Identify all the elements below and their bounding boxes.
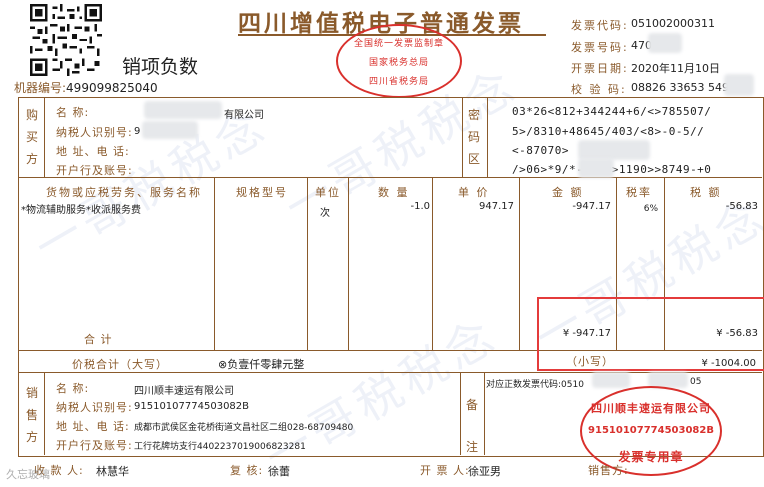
buyer-name: 有限公司 xyxy=(224,110,264,121)
divider xyxy=(307,177,308,350)
buyer-tax-label: 纳税人识别号: xyxy=(56,126,133,139)
grand-total-label: 价税合计（大写） xyxy=(72,358,168,371)
invoice-code: 051002000311 xyxy=(631,17,715,30)
divider xyxy=(519,177,520,350)
payee: 林慧华 xyxy=(96,465,129,478)
divider xyxy=(214,177,215,350)
item-tax: -56.83 xyxy=(725,201,758,212)
redaction xyxy=(578,140,650,160)
buyer-tax-id: 9 xyxy=(134,126,141,137)
cipher-line: <-87070> xyxy=(512,144,569,157)
divider xyxy=(487,97,488,177)
remarks-text: 对应正数发票代码:0510 xyxy=(486,380,584,390)
seller-section-label: 销售方 xyxy=(25,386,38,444)
col-header-spec: 规格型号 xyxy=(236,186,288,199)
grand-total-words: ⊗负壹仟零肆元整 xyxy=(218,356,304,372)
invoice-date: 2020年11月10日 xyxy=(631,62,720,75)
invoice-date-label: 开票日期: xyxy=(571,62,629,75)
divider xyxy=(484,372,485,455)
col-header-name: 货物或应税劳务、服务名称 xyxy=(46,186,202,199)
seller-footer-label: 销售方: xyxy=(588,464,629,477)
seller-address: 成都市武侯区金花桥街道文昌社区二组028-68709480 xyxy=(134,423,354,433)
drawer: 徐亚男 xyxy=(468,465,501,478)
divider xyxy=(44,97,45,177)
seller-bank-label: 开户行及账号: xyxy=(56,439,133,452)
item-amount: -947.17 xyxy=(572,201,611,212)
divider xyxy=(348,177,349,350)
redaction xyxy=(648,33,682,53)
item-rate: 6% xyxy=(643,204,658,214)
buyer-section-label: 购买方 xyxy=(25,108,38,166)
redaction xyxy=(724,74,754,96)
grand-total-symbol: ⊗ xyxy=(218,358,228,371)
item-qty: -1.0 xyxy=(410,201,430,212)
seller-address-label: 地 址、电 话: xyxy=(56,420,130,433)
buyer-address-label: 地 址、电 话: xyxy=(56,145,130,158)
redaction xyxy=(592,372,630,388)
reviewer: 徐蕾 xyxy=(268,465,290,478)
divider xyxy=(460,372,461,455)
item-unit: 次 xyxy=(320,208,330,219)
cipher-line: 03*26<812+344244+6/<>785507/ xyxy=(512,105,712,118)
divider xyxy=(462,97,463,177)
col-header-unit: 单位 xyxy=(315,186,341,199)
buyer-bank-label: 开户行及账号: xyxy=(56,164,133,177)
grand-total-text: 负壹仟零肆元整 xyxy=(227,358,305,371)
invoice-no-label: 发票号码: xyxy=(571,41,629,54)
item-name: *物流辅助服务*收派服务费 xyxy=(21,205,141,216)
total-label: 合 计 xyxy=(84,333,113,346)
item-price: 947.17 xyxy=(479,201,514,212)
machine-number: 机器编号:499099825040 xyxy=(14,79,158,96)
cipher-line: 5>/8310+48645/403/<8>-0-5// xyxy=(512,125,705,138)
seller-tax-label: 纳税人识别号: xyxy=(56,401,133,414)
col-header-qty: 数 量 xyxy=(378,186,410,199)
col-header-amount: 金 额 xyxy=(552,186,584,199)
remarks-section-label: 备注 xyxy=(465,398,478,454)
check-code-label: 校 验 码: xyxy=(571,83,627,96)
supervision-stamp: 全国统一发票监制章 国家税务总局 四川省税务局 xyxy=(336,24,462,98)
redaction xyxy=(144,101,222,119)
seller-name: 四川顺丰速运有限公司 xyxy=(134,386,234,397)
seller-name-label: 名 称: xyxy=(56,382,90,395)
negative-mark: 销项负数 xyxy=(122,56,199,78)
machine-label: 机器编号: xyxy=(14,81,67,95)
redaction xyxy=(142,121,198,139)
col-header-price: 单 价 xyxy=(458,186,490,199)
seller-tax-id: 91510107774503082B xyxy=(134,401,250,412)
drawer-label: 开 票 人: xyxy=(420,464,470,477)
redaction xyxy=(578,158,614,178)
corner-logo: 久忘玻璃 xyxy=(6,468,50,481)
buyer-name-label: 名 称: xyxy=(56,106,90,119)
col-header-tax: 税 额 xyxy=(690,186,722,199)
divider xyxy=(432,177,433,350)
col-header-rate: 税率 xyxy=(626,186,652,199)
reviewer-label: 复 核: xyxy=(230,464,264,477)
check-code: 08826 33653 549 xyxy=(631,81,729,94)
remarks-text-end: 05 xyxy=(690,377,702,387)
qr-code xyxy=(30,4,102,76)
divider xyxy=(44,372,45,455)
invoice-code-label: 发票代码: xyxy=(571,19,629,32)
cipher-section-label: 密码区 xyxy=(467,108,480,166)
seller-bank: 工行花牌坊支行4402237019006823281 xyxy=(134,442,306,452)
machine-value: 499099825040 xyxy=(66,81,158,95)
highlight-box xyxy=(537,297,764,371)
